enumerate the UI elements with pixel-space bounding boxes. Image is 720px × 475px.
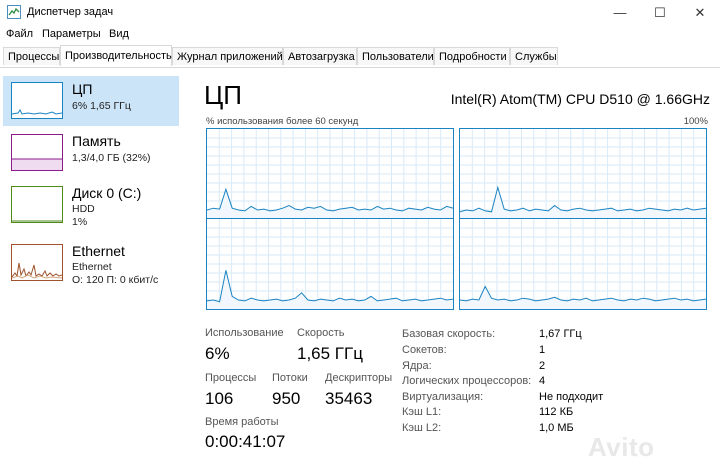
cpu-graph-2-plot — [207, 219, 453, 309]
tab-app-history[interactable]: Журнал приложений — [172, 47, 283, 65]
disk-thumbnail-graph — [11, 186, 63, 223]
sidebar-cpu-usage: 6% 1,65 ГГц — [72, 100, 131, 112]
prop-value-logical: 4 — [539, 375, 546, 387]
prop-value-cores: 2 — [539, 360, 546, 372]
tab-startup[interactable]: Автозагрузка — [283, 47, 357, 65]
uptime-value: 0:00:41:07 — [205, 432, 286, 451]
handles-label: Дескрипторы — [325, 372, 393, 384]
prop-value-l2: 1,0 МБ — [539, 422, 574, 434]
prop-label-logical: Логических процессоров: — [402, 375, 532, 387]
sidebar-ethernet-adapter: Ethernet — [72, 261, 112, 273]
prop-label-virtualization: Виртуализация: — [402, 391, 484, 403]
sidebar-disk-usage: 1% — [72, 216, 88, 228]
sidebar-memory-usage: 1,3/4,0 ГБ (32%) — [72, 152, 151, 164]
sidebar-item-cpu[interactable]: ЦП 6% 1,65 ГГц — [3, 76, 179, 126]
memory-thumbnail-graph — [11, 134, 63, 171]
prop-label-base-speed: Базовая скорость: — [402, 328, 496, 340]
usage-value: 6% — [205, 344, 230, 363]
prop-value-sockets: 1 — [539, 344, 546, 356]
sidebar-ethernet-throughput: О: 120 П: 0 кбит/с — [72, 274, 159, 286]
close-button[interactable]: ✕ — [680, 0, 720, 26]
cpu-thumbnail-graph — [11, 82, 63, 119]
handles-value: 35463 — [325, 389, 373, 408]
usage-label: Использование — [205, 327, 284, 339]
menu-view[interactable]: Вид — [109, 28, 129, 40]
tab-bar: Процессы Производительность Журнал прило… — [0, 45, 720, 68]
page-title: ЦП — [204, 80, 242, 110]
cpu-graph-0-plot — [207, 129, 453, 219]
prop-label-l1: Кэш L1: — [402, 406, 442, 418]
graph-caption: % использования более 60 секунд — [206, 116, 359, 127]
tab-services[interactable]: Службы — [510, 47, 558, 65]
task-manager-app-icon — [7, 5, 21, 19]
close-icon: ✕ — [694, 5, 706, 20]
menu-bar: Файл Параметры Вид — [0, 26, 720, 44]
sidebar-item-memory[interactable]: Память 1,3/4,0 ГБ (32%) — [3, 128, 179, 178]
prop-label-sockets: Сокетов: — [402, 344, 447, 356]
sidebar-item-ethernet[interactable]: Ethernet Ethernet О: 120 П: 0 кбит/с — [3, 238, 179, 288]
processes-label: Процессы — [205, 372, 257, 384]
cpu-graph-2 — [206, 218, 454, 310]
sidebar-memory-name: Память — [72, 133, 121, 149]
minimize-icon: — — [613, 5, 627, 20]
tab-users[interactable]: Пользователи — [357, 47, 434, 65]
sidebar-ethernet-name: Ethernet — [72, 243, 125, 259]
ethernet-thumbnail-graph — [11, 244, 63, 281]
graph-max-label: 100% — [683, 116, 708, 127]
prop-value-virtualization: Не подходит — [539, 391, 604, 403]
uptime-label: Время работы — [205, 416, 279, 428]
threads-label: Потоки — [272, 372, 308, 384]
cpu-graph-3 — [459, 218, 707, 310]
cpu-model: Intel(R) Atom(TM) CPU D510 @ 1.66GHz — [450, 91, 710, 107]
prop-label-cores: Ядра: — [402, 360, 432, 372]
sidebar-item-disk[interactable]: Диск 0 (C:) HDD 1% — [3, 180, 179, 230]
title-bar: Диспетчер задач — ☐ ✕ — [0, 0, 720, 26]
tab-details[interactable]: Подробности — [434, 47, 510, 65]
tab-processes[interactable]: Процессы — [3, 47, 60, 65]
tab-performance[interactable]: Производительность — [60, 45, 172, 66]
threads-value: 950 — [272, 389, 301, 408]
cpu-graph-0 — [206, 128, 454, 220]
sidebar-disk-type: HDD — [72, 203, 95, 215]
cpu-graph-1-plot — [460, 129, 706, 219]
prop-value-l1: 112 КБ — [539, 406, 574, 418]
maximize-icon: ☐ — [654, 5, 666, 20]
minimize-button[interactable]: — — [600, 0, 640, 26]
cpu-graph-1 — [459, 128, 707, 220]
sidebar-disk-name: Диск 0 (C:) — [72, 185, 142, 201]
processes-value: 106 — [205, 389, 234, 408]
menu-file[interactable]: Файл — [6, 28, 33, 40]
menu-options[interactable]: Параметры — [42, 28, 101, 40]
speed-label: Скорость — [297, 327, 345, 339]
prop-label-l2: Кэш L2: — [402, 422, 442, 434]
speed-value: 1,65 ГГц — [297, 344, 363, 363]
sidebar-cpu-name: ЦП — [72, 81, 93, 97]
watermark: Avito — [588, 432, 655, 462]
prop-value-base-speed: 1,67 ГГц — [539, 328, 582, 340]
maximize-button[interactable]: ☐ — [640, 0, 680, 26]
window-title: Диспетчер задач — [27, 6, 114, 18]
cpu-graph-3-plot — [460, 219, 706, 309]
